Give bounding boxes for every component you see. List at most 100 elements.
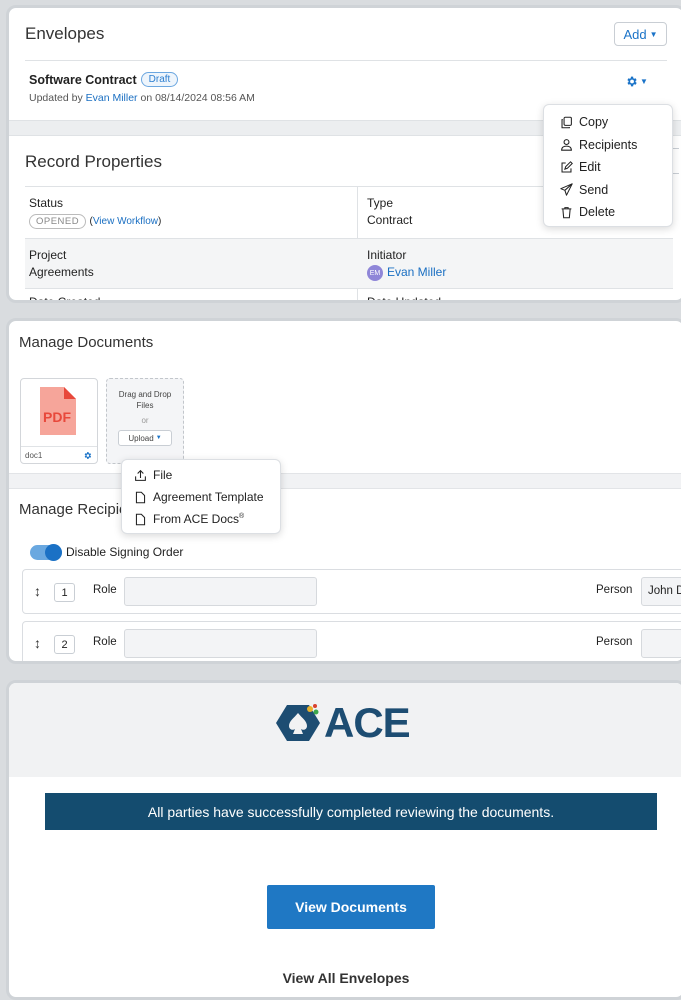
section-separator: [9, 473, 681, 489]
registered-mark: ®: [239, 513, 245, 520]
pdf-file-icon: PDF: [40, 387, 76, 435]
upload-label: Upload: [128, 433, 154, 443]
email-header: ACE: [9, 683, 681, 777]
svg-text:PDF: PDF: [43, 409, 71, 425]
person-input[interactable]: [641, 629, 681, 658]
divider: [25, 60, 667, 61]
initiator-label: Initiator: [367, 248, 407, 262]
role-input[interactable]: [124, 577, 317, 606]
signing-order-toggle[interactable]: [30, 544, 62, 561]
toggle-label: Disable Signing Order: [66, 545, 184, 559]
updated-user-link[interactable]: Evan Miller: [86, 92, 138, 104]
divider: [25, 238, 673, 239]
view-workflow-link[interactable]: View Workflow: [93, 216, 158, 227]
project-value: Agreements: [29, 265, 94, 279]
upload-menu-ace-docs[interactable]: From ACE Docs®: [122, 508, 280, 530]
upload-button[interactable]: Upload ▼: [118, 430, 172, 446]
status-value: OPENED (View Workflow): [29, 213, 161, 229]
initiator-field: Initiator EM Evan Miller: [367, 248, 446, 281]
upload-menu-file[interactable]: File: [122, 464, 280, 486]
record-properties-title: Record Properties: [25, 152, 163, 171]
menu-item-label: File: [153, 468, 173, 482]
ace-logo-icon: [276, 704, 320, 741]
status-field: Status OPENED (View Workflow): [29, 196, 161, 229]
add-button[interactable]: Add ▼: [614, 22, 667, 46]
date-created-field: Date Created: [29, 295, 101, 303]
drop-text: Files: [136, 401, 154, 410]
menu-item-recipients[interactable]: Recipients: [544, 134, 672, 157]
menu-item-send[interactable]: Send: [544, 179, 672, 202]
document-name: doc1: [25, 450, 43, 460]
menu-item-label: From ACE Docs®: [153, 512, 244, 526]
toggle-knob: [45, 544, 62, 561]
updated-prefix: Updated by: [29, 92, 86, 104]
status-label: Status: [29, 196, 64, 210]
completion-banner: All parties have successfully completed …: [45, 793, 657, 830]
role-label: Role: [93, 636, 117, 648]
email-panel: ACE All parties have successfully comple…: [6, 680, 681, 1000]
send-icon: [560, 183, 573, 196]
person-input[interactable]: John D: [641, 577, 681, 606]
upload-menu-agreement-template[interactable]: Agreement Template: [122, 486, 280, 508]
trash-icon: [561, 206, 572, 219]
menu-item-label: Edit: [579, 160, 601, 175]
manage-documents-title: Manage Documents: [19, 334, 154, 351]
documents-panel: Manage Documents PDF doc1 Drag and Drop F…: [6, 318, 681, 664]
envelope-name: Software Contract: [29, 72, 137, 87]
status-badge: Draft: [140, 72, 179, 87]
document-card-footer: doc1: [21, 446, 97, 463]
menu-item-label: Delete: [579, 205, 616, 220]
view-documents-button[interactable]: View Documents: [267, 885, 435, 929]
document-card[interactable]: PDF doc1: [20, 378, 98, 464]
envelope-actions-menu: Copy Recipients Edit Send Delete: [543, 104, 673, 227]
drop-zone[interactable]: Drag and Drop Files or Upload ▼: [106, 378, 184, 464]
drop-or: or: [141, 416, 149, 425]
envelopes-panel: Envelopes Add ▼ Software Contract Draft …: [6, 5, 681, 303]
order-number[interactable]: 1: [54, 583, 75, 602]
drag-handle-icon[interactable]: ↕: [34, 583, 41, 599]
copy-icon: [561, 116, 572, 129]
updated-info: Updated by Evan Miller on 08/14/2024 08:…: [29, 92, 255, 104]
menu-item-edit[interactable]: Edit: [544, 156, 672, 179]
menu-item-label: Agreement Template: [153, 490, 264, 504]
updated-suffix: on 08/14/2024 08:56 AM: [137, 92, 255, 104]
type-field: Type Contract: [367, 196, 412, 227]
date-updated-label: Date Updated: [367, 295, 442, 303]
initiator-name: Evan Miller: [387, 265, 447, 280]
ace-docs-label: From ACE Docs: [153, 512, 240, 526]
menu-item-label: Recipients: [579, 137, 638, 152]
envelopes-title: Envelopes: [25, 24, 105, 43]
row-shade: [25, 238, 673, 288]
ace-logo: ACE: [276, 699, 411, 746]
menu-item-copy[interactable]: Copy: [544, 111, 672, 134]
envelope-gear-button[interactable]: ▼: [625, 75, 648, 88]
drag-handle-icon[interactable]: ↕: [34, 635, 41, 651]
gear-icon[interactable]: [83, 451, 92, 460]
caret-down-icon: ▼: [649, 29, 658, 39]
menu-item-label: Send: [579, 182, 609, 197]
date-updated-field: Date Updated: [367, 295, 442, 303]
type-value: Contract: [367, 213, 413, 227]
date-created-label: Date Created: [29, 295, 101, 303]
file-icon: [135, 513, 146, 525]
view-all-envelopes-link[interactable]: View All Envelopes: [9, 970, 681, 986]
initiator-link[interactable]: EM Evan Miller: [367, 265, 446, 281]
role-input[interactable]: [124, 629, 317, 658]
envelope-item[interactable]: Software Contract Draft: [29, 72, 179, 87]
gear-icon: [627, 76, 637, 87]
role-label: Role: [93, 584, 117, 596]
file-icon: [135, 491, 146, 503]
divider: [25, 288, 673, 289]
user-icon: [561, 139, 572, 151]
menu-item-delete[interactable]: Delete: [544, 201, 672, 224]
type-label: Type: [367, 196, 394, 210]
caret-down-icon: ▼: [640, 77, 648, 86]
upload-menu: File Agreement Template From ACE Docs®: [121, 459, 281, 534]
drop-text: Drag and Drop: [118, 390, 172, 399]
menu-item-label: Copy: [579, 115, 609, 130]
project-field: Project Agreements: [29, 248, 94, 279]
order-number[interactable]: 2: [54, 635, 75, 654]
logo-text: ACE: [324, 699, 411, 746]
status-badge: OPENED: [29, 214, 87, 229]
person-label: Person: [596, 584, 633, 596]
